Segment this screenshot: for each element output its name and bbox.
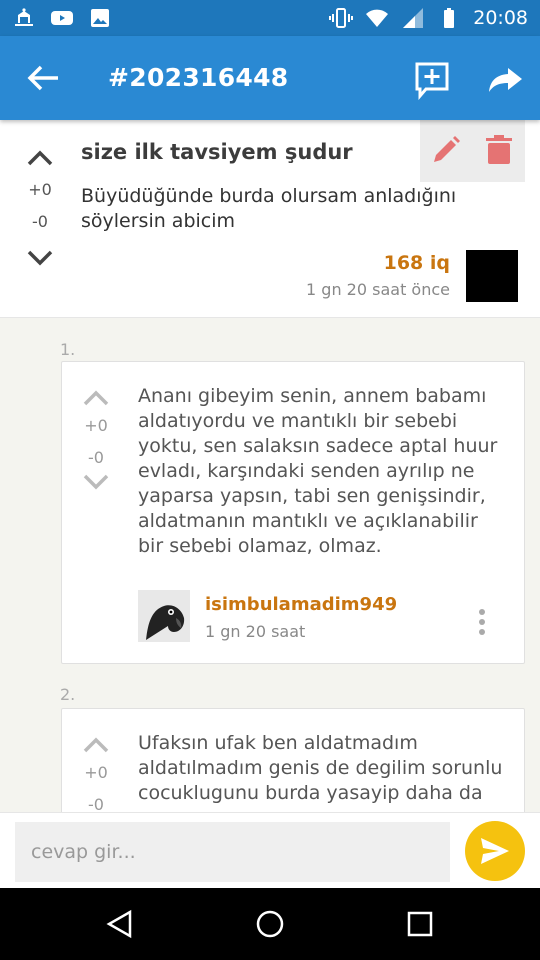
page-title: #202316448 — [108, 63, 289, 92]
entry-actions — [420, 120, 525, 182]
upvote-count: +0 — [28, 180, 52, 199]
recents-nav-icon[interactable] — [404, 908, 436, 940]
downvote-count: -0 — [88, 448, 104, 467]
reply-input[interactable] — [15, 822, 450, 882]
reply-vote: +0 -0 — [76, 384, 116, 496]
youtube-icon — [51, 11, 73, 25]
status-time: 20:08 — [473, 7, 528, 29]
downvote-icon[interactable] — [76, 468, 116, 496]
reply-card: +0 -0 Ananı gibeyim senin, annem babamı … — [61, 361, 525, 664]
share-icon[interactable] — [486, 60, 526, 100]
user-avatar[interactable] — [138, 590, 190, 642]
upvote-icon[interactable] — [20, 144, 60, 172]
image-icon — [91, 9, 109, 27]
home-nav-icon[interactable] — [254, 908, 286, 940]
upvote-icon[interactable] — [76, 384, 116, 412]
entry-time: 1 gn 20 saat önce — [306, 280, 450, 299]
navigation-bar — [0, 888, 540, 960]
wifi-icon — [366, 9, 389, 27]
reply-composer — [0, 812, 540, 888]
upvote-count: +0 — [84, 763, 108, 782]
signal-icon — [403, 8, 424, 28]
entry-topic[interactable]: size ilk tavsiyem şudur — [81, 140, 353, 164]
status-bar: 20:08 — [0, 0, 540, 36]
delete-icon[interactable] — [484, 134, 514, 166]
add-comment-icon[interactable] — [412, 60, 452, 100]
send-icon — [481, 838, 509, 864]
avatar[interactable] — [466, 250, 518, 302]
reply-text: Ufaksın ufak ben aldatmadım aldatılmadım… — [138, 732, 503, 804]
upvote-count: +0 — [84, 416, 108, 435]
send-button[interactable] — [465, 821, 525, 881]
entry-vote: +0 -0 — [20, 144, 60, 272]
reply-time: 1 gn 20 saat — [205, 622, 306, 641]
more-options-icon[interactable] — [470, 606, 494, 638]
battery-icon — [444, 8, 455, 28]
reply-number: 2. — [60, 685, 76, 704]
reply-vote: +0 -0 — [76, 731, 116, 815]
reply-number: 1. — [60, 340, 76, 359]
edit-icon[interactable] — [430, 134, 462, 166]
reply-text: Ananı gibeyim senin, annem babamı aldatı… — [138, 385, 498, 557]
arrow-back-icon[interactable] — [22, 62, 62, 94]
vibrate-icon — [329, 8, 354, 28]
upvote-icon[interactable] — [76, 731, 116, 759]
entry-body: Büyüdüğünde burda olursam anladığını söy… — [81, 185, 457, 232]
entry-card: +0 -0 size ilk tavsiyem şudur Büyüdüğünd… — [0, 120, 540, 318]
app-icon — [15, 8, 33, 26]
downvote-icon[interactable] — [20, 244, 60, 272]
back-nav-icon[interactable] — [104, 908, 136, 940]
reply-username[interactable]: isimbulamadim949 — [205, 594, 397, 615]
parrot-avatar-icon — [138, 590, 190, 642]
app-bar: #202316448 — [0, 36, 540, 120]
entry-author[interactable]: 168 iq — [384, 252, 450, 274]
downvote-count: -0 — [32, 212, 48, 231]
